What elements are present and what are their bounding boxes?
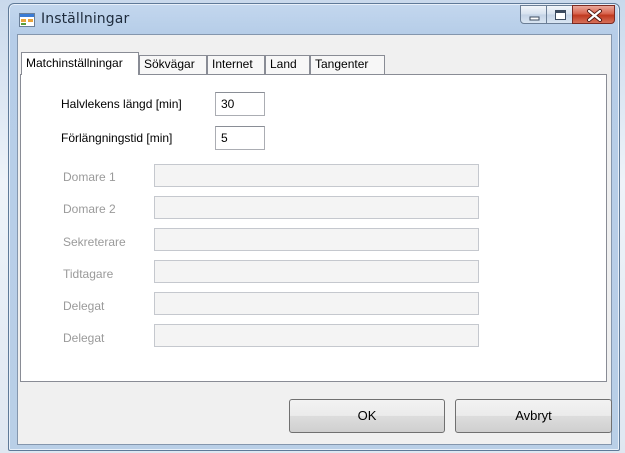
referee-2-label: Domare 2 [63,202,116,216]
tab-land[interactable]: Land [265,55,310,74]
maximize-button[interactable] [546,5,573,24]
secretary-input[interactable] [154,228,479,251]
extra-time-input[interactable] [215,126,265,150]
referee-1-label: Domare 1 [63,170,116,184]
half-length-label: Halvlekens längd [min] [61,97,182,111]
referee-1-input[interactable] [154,164,479,187]
ok-button[interactable]: OK [289,399,445,433]
tab-internet[interactable]: Internet [207,55,265,74]
tab-sokvagar[interactable]: Sökvägar [139,55,207,74]
delegate-1-input[interactable] [154,292,479,315]
timekeeper-label: Tidtagare [63,267,114,281]
secretary-label: Sekreterare [63,235,126,249]
app-window-icon [19,13,35,27]
referee-2-input[interactable] [154,196,479,219]
maximize-icon [555,10,566,20]
window-title: Inställningar [41,11,130,27]
delegate-2-label: Delegat [63,331,105,345]
close-icon [587,9,602,22]
extra-time-label: Förlängningstid [min] [61,131,173,145]
minimize-icon [529,16,540,21]
title-bar[interactable]: Inställningar [9,4,619,36]
delegate-1-label: Delegat [63,299,105,313]
tab-tangenter[interactable]: Tangenter [310,55,385,74]
timekeeper-input[interactable] [154,260,479,283]
dialog-client-area: Matchinställningar Sökvägar Internet Lan… [17,34,612,445]
half-length-input[interactable] [215,92,265,116]
minimize-button[interactable] [520,5,547,24]
match-settings-panel: Halvlekens längd [min] Förlängningstid [… [20,74,607,382]
close-button[interactable] [572,5,615,24]
settings-dialog: Inställningar Matchinställningar Sökväga… [8,3,620,451]
cancel-button[interactable]: Avbryt [455,399,612,433]
delegate-2-input[interactable] [154,324,479,347]
tab-matchinstallningar[interactable]: Matchinställningar [21,52,139,75]
